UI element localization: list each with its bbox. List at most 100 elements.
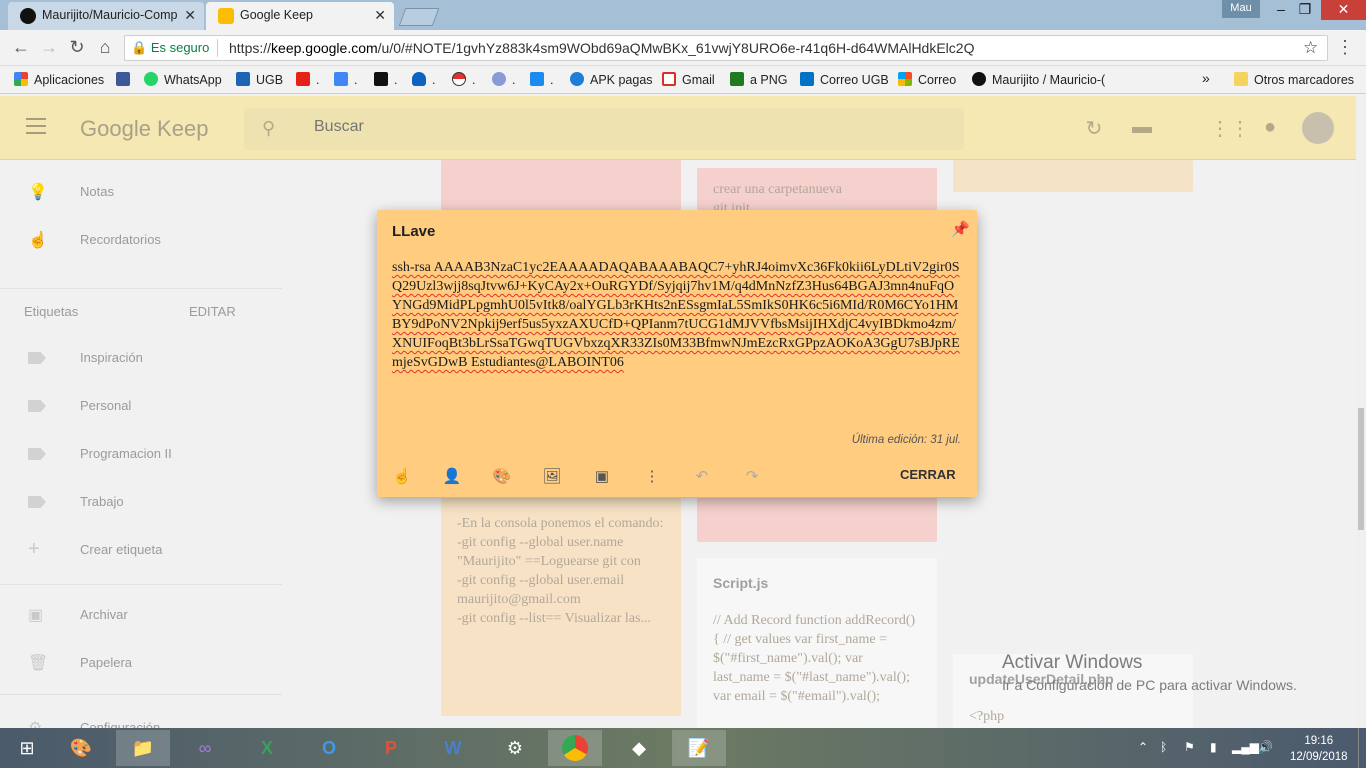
more-options-icon[interactable]: ⋮ xyxy=(641,467,663,489)
archive-icon[interactable]: ▣ xyxy=(591,467,613,489)
undo-icon[interactable]: ↶ xyxy=(691,467,713,489)
bookmark-translate[interactable]: . xyxy=(334,72,357,87)
address-bar[interactable]: 🔒 Es seguro https://keep.google.com/u/0/… xyxy=(124,35,1328,61)
note-card-red-bottom[interactable] xyxy=(697,498,937,542)
bookmark-label: . xyxy=(354,73,358,87)
notifications-icon[interactable]: ● xyxy=(1258,116,1282,140)
forward-icon[interactable]: → xyxy=(38,37,60,58)
sidebar-item-label-personal[interactable]: Personal xyxy=(0,386,282,426)
tray-overflow-icon[interactable]: ⌃ xyxy=(1138,740,1148,754)
bookmark-apk[interactable]: APK pagas xyxy=(570,72,653,87)
onedrive-icon xyxy=(412,72,426,86)
new-tab-button[interactable] xyxy=(398,8,440,26)
bookmark-other[interactable]: Otros marcadores xyxy=(1234,72,1354,87)
main-menu-icon[interactable] xyxy=(26,118,46,134)
browser-tab-github[interactable]: Maurijito/Mauricio-Comp ✕ xyxy=(8,2,204,30)
bookmark-facebook[interactable] xyxy=(116,72,136,87)
profile-badge[interactable]: Mau xyxy=(1222,0,1260,18)
app-logo[interactable]: Google Keep xyxy=(80,116,208,142)
note-card-red[interactable] xyxy=(441,160,681,210)
refresh-icon[interactable]: ↻ xyxy=(1082,116,1106,140)
bookmarks-overflow[interactable]: » xyxy=(1202,70,1210,86)
taskbar-app-explorer[interactable]: 📁 xyxy=(116,730,170,766)
close-tab-icon[interactable]: ✕ xyxy=(374,2,386,28)
bookmark-gmail[interactable]: Gmail xyxy=(662,72,715,87)
chrome-icon xyxy=(562,735,588,761)
battery-icon[interactable]: ▮ xyxy=(1210,740,1217,754)
bookmark-ugb[interactable]: UGB xyxy=(236,72,283,87)
word-icon: W xyxy=(444,738,462,758)
note-body: <?php include("ajax/db_connection.php"); xyxy=(969,709,1005,724)
bookmark-pokeball[interactable]: . xyxy=(452,72,475,87)
home-icon[interactable]: ⌂ xyxy=(94,37,116,58)
bookmark-dropbox[interactable]: . xyxy=(530,72,553,87)
sidebar-item-label-programacion[interactable]: Programacion II xyxy=(0,434,282,474)
flag-icon[interactable]: ⚑ xyxy=(1184,740,1195,754)
sidebar-item-reminders[interactable]: ☝ Recordatorios xyxy=(0,220,282,260)
sidebar-item-label-inspiracion[interactable]: Inspiración xyxy=(0,338,282,378)
bookmark-star-icon[interactable]: ☆ xyxy=(1303,38,1318,58)
taskbar-app-excel[interactable]: X xyxy=(240,730,294,766)
note-card-orange[interactable] xyxy=(953,160,1193,192)
scrollbar-thumb[interactable] xyxy=(1358,408,1364,530)
sidebar-item-notes[interactable]: 💡 Notas xyxy=(0,172,282,212)
url-text[interactable]: https://keep.google.com/u/0/#NOTE/1gvhYz… xyxy=(229,40,974,56)
restore-icon[interactable]: ❐ xyxy=(1288,0,1322,20)
back-icon[interactable]: ← xyxy=(10,37,32,58)
collaborator-icon[interactable]: 👤 xyxy=(441,467,463,489)
note-card-git-config[interactable]: -En la consola ponemos el comando: -git … xyxy=(441,498,681,716)
search-icon[interactable]: ⚲ xyxy=(262,118,275,139)
bookmark-youtube[interactable]: . xyxy=(296,72,319,87)
browser-tab-keep[interactable]: Google Keep ✕ xyxy=(206,2,394,30)
menu-icon[interactable]: ⋮ xyxy=(1334,37,1356,58)
apps-grid-icon[interactable]: ⋮⋮ xyxy=(1210,116,1250,140)
network-icon[interactable]: ▂▄▆ xyxy=(1232,740,1259,754)
taskbar-app-powerpoint[interactable]: P xyxy=(364,730,418,766)
taskbar-app-outlook[interactable]: O xyxy=(302,730,356,766)
image-icon[interactable]: 🖼 xyxy=(541,467,563,489)
bookmark-x[interactable]: . xyxy=(374,72,397,87)
sidebar-item-label-trabajo[interactable]: Trabajo xyxy=(0,482,282,522)
close-button[interactable]: CERRAR xyxy=(900,467,956,482)
note-card-script[interactable]: Script.js // Add Record function addReco… xyxy=(697,558,937,728)
sidebar-item-trash[interactable]: 🗑 Papelera xyxy=(0,643,282,683)
reload-icon[interactable]: ↻ xyxy=(66,37,88,58)
edit-labels-button[interactable]: EDITAR xyxy=(189,304,236,319)
start-button[interactable]: ⊞ xyxy=(0,730,54,766)
note-body[interactable]: ssh-rsa AAAAB3NzaC1yc2EAAAADAQABAAABAQC7… xyxy=(392,258,964,372)
palette-icon[interactable]: 🎨 xyxy=(491,467,513,489)
secure-indicator[interactable]: 🔒 Es seguro xyxy=(131,40,209,56)
sidebar-item-archive[interactable]: ▣ Archivar xyxy=(0,595,282,635)
window-close-icon[interactable]: ✕ xyxy=(1321,0,1366,20)
bookmark-png[interactable]: a PNG xyxy=(730,72,788,87)
taskbar-app-paint[interactable]: 🎨 xyxy=(54,730,108,766)
bookmark-correo[interactable]: Correo xyxy=(898,72,956,87)
show-desktop-button[interactable] xyxy=(1358,728,1366,768)
note-card-git-init[interactable]: crear una carpetanueva git init xyxy=(697,168,937,210)
taskbar-app-tool[interactable]: ⚙ xyxy=(488,730,542,766)
bookmark-apps[interactable]: Aplicaciones xyxy=(14,72,104,87)
taskbar-app-word[interactable]: W xyxy=(426,730,480,766)
bookmark-whatsapp[interactable]: WhatsApp xyxy=(144,72,222,87)
close-tab-icon[interactable]: ✕ xyxy=(184,2,196,28)
reminder-hand-icon[interactable]: ☝ xyxy=(391,467,413,489)
taskbar-app-visual-studio[interactable]: ∞ xyxy=(178,730,232,766)
bookmark-onedrive[interactable]: . xyxy=(412,72,435,87)
taskbar-app-chrome[interactable] xyxy=(548,730,602,766)
volume-icon[interactable]: 🔊 xyxy=(1258,740,1273,754)
taskbar-app-maps[interactable]: ◆ xyxy=(612,730,666,766)
sidebar-item-create-label[interactable]: + Crear etiqueta xyxy=(0,530,282,570)
note-title[interactable]: LLave xyxy=(392,223,435,240)
taskbar-app-notepad[interactable]: 📝 xyxy=(672,730,726,766)
pin-icon[interactable]: 📌 xyxy=(951,220,970,238)
avatar[interactable] xyxy=(1302,112,1334,144)
redo-icon[interactable]: ↷ xyxy=(741,467,763,489)
bookmark-circle[interactable]: . xyxy=(492,72,515,87)
bluetooth-icon[interactable]: ᛒ xyxy=(1160,740,1167,754)
bookmark-github[interactable]: Maurijito / Mauricio-( xyxy=(972,72,1105,87)
search-bar[interactable]: ⚲ xyxy=(244,108,964,150)
bookmark-correo-ugb[interactable]: Correo UGB xyxy=(800,72,889,87)
search-input[interactable] xyxy=(314,118,914,136)
system-clock[interactable]: 19:16 12/09/2018 xyxy=(1290,733,1348,765)
list-view-icon[interactable]: ▬ xyxy=(1130,116,1154,140)
